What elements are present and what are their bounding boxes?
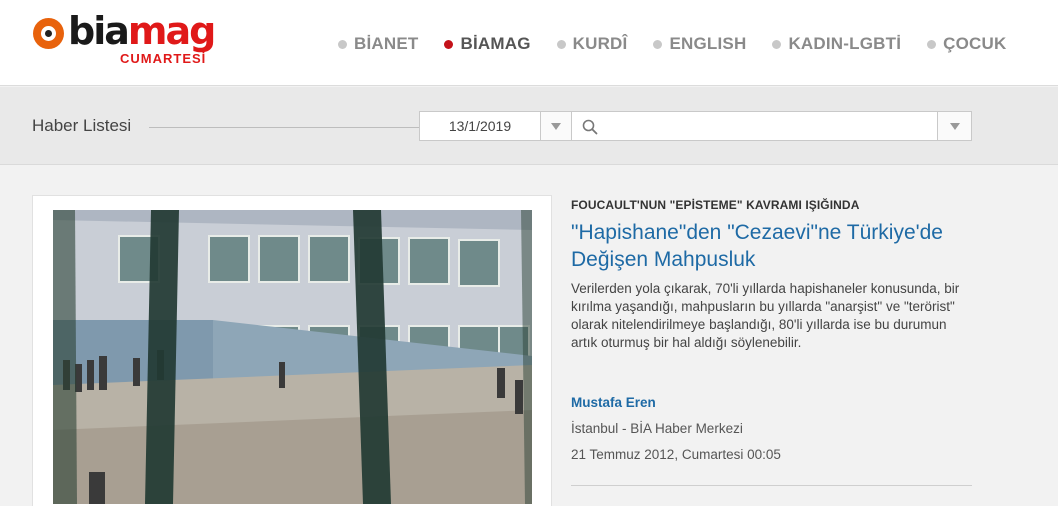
nav-item-kurdi[interactable]: KURDÎ	[556, 32, 628, 56]
search-box[interactable]	[571, 111, 938, 141]
search-input[interactable]	[604, 116, 929, 136]
article-summary-text: Verilerden yola çıkarak, 70'li yıllarda …	[571, 281, 960, 350]
filter-bar: Haber Listesi 13/1/2019	[0, 87, 1058, 165]
search-icon	[582, 119, 598, 135]
nav-item-cocuk[interactable]: ÇOCUK	[927, 32, 1006, 56]
nav-dot-icon	[927, 39, 937, 49]
chevron-down-icon	[551, 122, 561, 130]
article-kicker: FOUCAULT'NUN "EPİSTEME" KAVRAMI IŞIĞINDA	[571, 198, 860, 212]
page-title: Haber Listesi	[32, 116, 132, 135]
search-dropdown-button[interactable]	[937, 111, 972, 141]
date-dropdown-button[interactable]	[540, 111, 572, 141]
article-headline[interactable]: "Hapishane"den "Cezaevi"ne Türkiye'de De…	[571, 219, 971, 273]
article-photo[interactable]	[53, 210, 532, 504]
nav-dot-icon	[444, 39, 454, 49]
article-divider	[571, 485, 972, 486]
article-date: 21 Temmuz 2012, Cumartesi 00:05	[571, 447, 781, 462]
article-source: İstanbul - BİA Haber Merkezi	[571, 421, 743, 436]
article-author[interactable]: Mustafa Eren	[571, 395, 656, 410]
nav-dot-icon	[338, 39, 347, 49]
nav-item-kadin-lgbti[interactable]: KADIN-LGBTİ	[772, 32, 901, 56]
prison-courtyard-image	[53, 210, 532, 504]
logo-wordmark: biamag	[68, 9, 216, 53]
logo-circle-icon	[33, 18, 64, 49]
nav-item-english[interactable]: ENGLISH	[653, 32, 746, 56]
logo-subtitle: CUMARTESİ	[120, 51, 207, 66]
nav-item-bianet[interactable]: BİANET	[338, 32, 418, 56]
title-divider	[149, 127, 419, 128]
biamag-logo[interactable]: biamag CUMARTESİ	[30, 9, 235, 67]
nav-dot-icon	[556, 39, 566, 49]
site-header: biamag CUMARTESİ BİANET BİAMAG KURDÎ ENG…	[0, 0, 1058, 86]
chevron-down-icon	[949, 122, 960, 130]
nav-dot-icon	[772, 39, 782, 49]
nav-dot-icon	[653, 39, 663, 49]
nav-item-biamag[interactable]: BİAMAG	[444, 32, 530, 56]
main-nav: BİANET BİAMAG KURDÎ ENGLISH KADIN-LGBTİ …	[338, 32, 1032, 56]
date-field[interactable]: 13/1/2019	[419, 111, 541, 141]
article-image-card[interactable]	[32, 195, 552, 506]
